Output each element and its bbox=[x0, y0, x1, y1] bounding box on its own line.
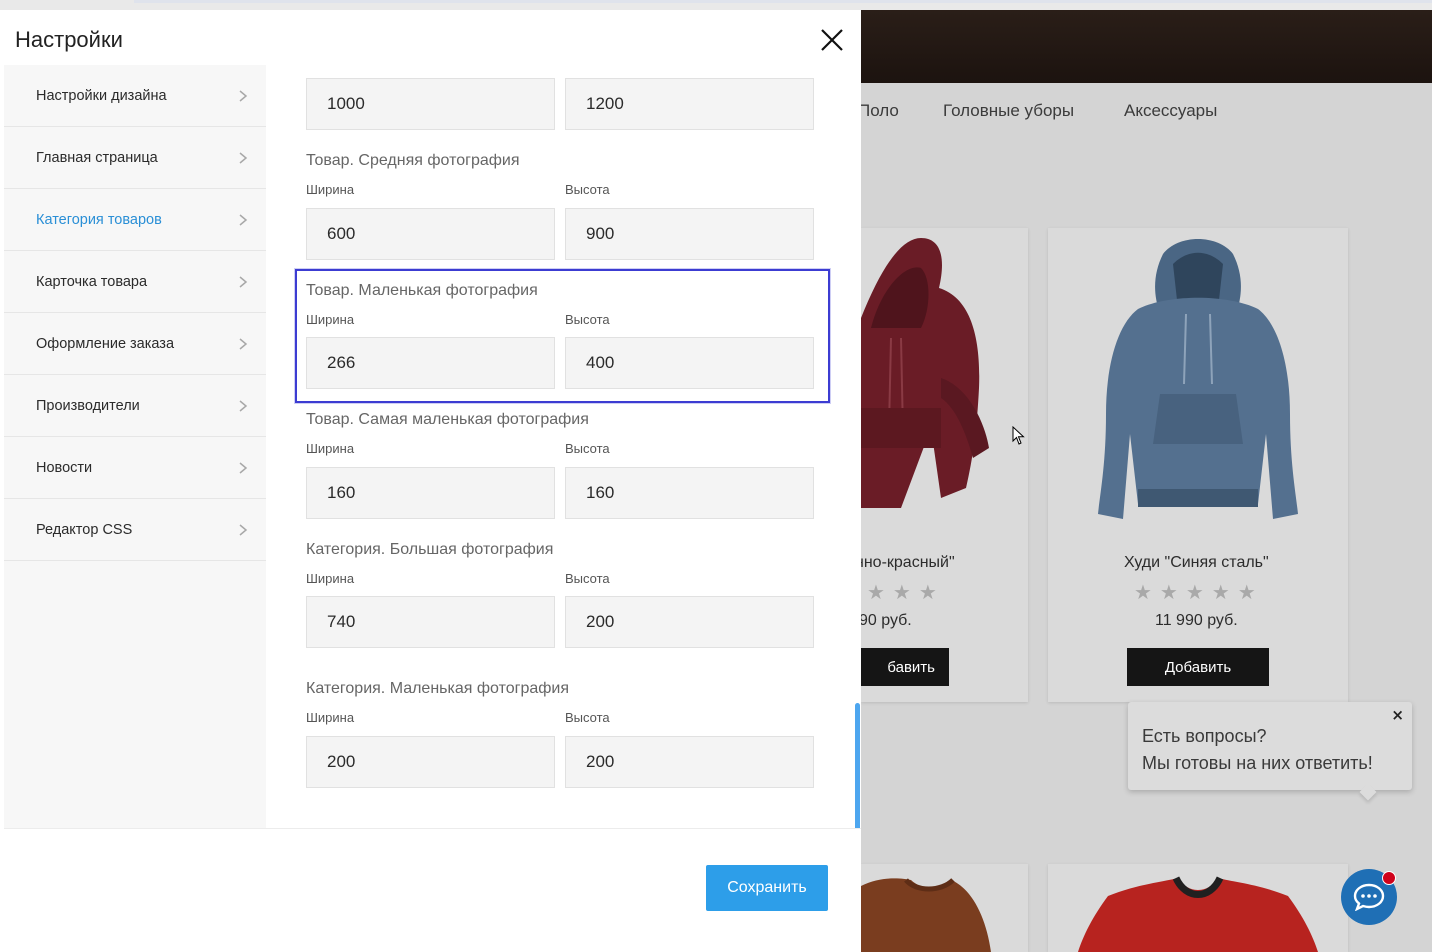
product-medium-height-input[interactable] bbox=[565, 208, 814, 260]
category-small-height-input[interactable] bbox=[565, 736, 814, 788]
width-label: Ширина bbox=[306, 441, 355, 456]
nav-item-headwear[interactable]: Головные уборы bbox=[943, 101, 1074, 121]
sidebar-item-label: Редактор CSS bbox=[36, 521, 133, 538]
product-medium-width-input[interactable] bbox=[306, 208, 555, 260]
sidebar-item-label: Настройки дизайна bbox=[36, 87, 167, 104]
top-width-input[interactable] bbox=[306, 78, 555, 130]
group-title-product-medium-photo: Товар. Средняя фотография bbox=[306, 152, 520, 169]
category-large-width-input[interactable] bbox=[306, 596, 555, 648]
product-smallest-width-input[interactable] bbox=[306, 467, 555, 519]
group-title-product-smallest-photo: Товар. Самая маленькая фотография bbox=[306, 411, 589, 428]
chevron-right-icon bbox=[239, 90, 248, 102]
category-small-width-input[interactable] bbox=[306, 736, 555, 788]
product-title: нно-красный" bbox=[855, 554, 955, 571]
sidebar-item-checkout[interactable]: Оформление заказа bbox=[4, 313, 266, 375]
height-label: Высота bbox=[565, 441, 610, 456]
height-label: Высота bbox=[565, 710, 610, 725]
chat-popup-close-icon[interactable]: × bbox=[1391, 706, 1404, 724]
nav-item-accessories[interactable]: Аксессуары bbox=[1124, 101, 1217, 121]
product-price: 11 990 руб. bbox=[1155, 612, 1238, 629]
store-topbar-line bbox=[134, 0, 1432, 3]
product-image-red-tshirt[interactable] bbox=[1068, 876, 1328, 952]
sidebar-item-label: Новости bbox=[36, 459, 93, 476]
sidebar-item-label: Карточка товара bbox=[36, 273, 148, 290]
top-height-input[interactable] bbox=[565, 78, 814, 130]
add-to-cart-button[interactable]: Добавить bbox=[1127, 648, 1269, 686]
add-to-cart-button[interactable]: бавить bbox=[861, 648, 949, 686]
content-scrollbar-thumb[interactable] bbox=[855, 703, 860, 837]
chevron-right-icon bbox=[239, 214, 248, 226]
chat-popup: Есть вопросы? Мы готовы на них ответить!… bbox=[1128, 702, 1412, 790]
mouse-cursor-icon bbox=[1012, 426, 1025, 445]
product-image-blue-hoodie[interactable] bbox=[1078, 234, 1318, 524]
sidebar-item-product-card[interactable]: Карточка товара bbox=[4, 251, 266, 313]
product-image-brown-tshirt[interactable] bbox=[861, 876, 1028, 952]
product-image-red-hoodie[interactable] bbox=[861, 228, 1028, 528]
product-card bbox=[861, 864, 1028, 952]
width-label: Ширина bbox=[306, 182, 355, 197]
nav-item-polo[interactable]: Поло bbox=[858, 101, 899, 121]
sidebar-item-home-page[interactable]: Главная страница bbox=[4, 127, 266, 189]
sidebar-item-label: Производители bbox=[36, 397, 140, 414]
sidebar-item-css-editor[interactable]: Редактор CSS bbox=[4, 499, 266, 561]
height-label: Высота bbox=[565, 182, 610, 197]
sidebar-item-design[interactable]: Настройки дизайна bbox=[4, 65, 266, 127]
product-card bbox=[1048, 864, 1348, 952]
highlight-box bbox=[295, 269, 830, 403]
save-button[interactable]: Сохранить bbox=[706, 865, 828, 911]
settings-content: Товар. Средняя фотография Ширина Высота … bbox=[266, 65, 861, 828]
chevron-right-icon bbox=[239, 338, 248, 350]
chat-popup-line1: Есть вопросы? bbox=[1142, 726, 1267, 746]
modal-title: Настройки bbox=[15, 27, 123, 52]
product-rating: ★★★ bbox=[867, 580, 945, 604]
product-smallest-height-input[interactable] bbox=[565, 467, 814, 519]
chevron-right-icon bbox=[239, 152, 248, 164]
category-large-height-input[interactable] bbox=[565, 596, 814, 648]
chevron-right-icon bbox=[239, 524, 248, 536]
close-icon[interactable] bbox=[818, 26, 846, 54]
sidebar-item-product-category[interactable]: Категория товаров bbox=[4, 189, 266, 251]
store-banner bbox=[861, 10, 1432, 83]
width-label: Ширина bbox=[306, 710, 355, 725]
product-price: 90 руб. bbox=[859, 612, 912, 629]
settings-sidebar: Настройки дизайна Главная страница Катег… bbox=[4, 65, 266, 828]
chevron-right-icon bbox=[239, 462, 248, 474]
height-label: Высота bbox=[565, 571, 610, 586]
product-card: нно-красный" ★★★ 90 руб. бавить bbox=[855, 228, 1028, 702]
chat-notification-dot bbox=[1382, 871, 1396, 885]
chat-popup-line2: Мы готовы на них ответить! bbox=[1142, 753, 1373, 773]
sidebar-item-label: Оформление заказа bbox=[36, 335, 175, 352]
chevron-right-icon bbox=[239, 400, 248, 412]
chevron-right-icon bbox=[239, 276, 248, 288]
group-title-category-small-photo: Категория. Маленькая фотография bbox=[306, 680, 570, 697]
sidebar-item-manufacturers[interactable]: Производители bbox=[4, 375, 266, 437]
product-card: Худи "Синяя сталь" ★★★★★ 11 990 руб. Доб… bbox=[1048, 228, 1348, 702]
sidebar-item-label: Главная страница bbox=[36, 149, 158, 166]
sidebar-item-label: Категория товаров bbox=[36, 211, 162, 228]
group-title-category-large-photo: Категория. Большая фотография bbox=[306, 541, 554, 558]
sidebar-item-news[interactable]: Новости bbox=[4, 437, 266, 499]
width-label: Ширина bbox=[306, 571, 355, 586]
product-rating: ★★★★★ bbox=[1134, 580, 1264, 604]
product-title: Худи "Синяя сталь" bbox=[1124, 554, 1269, 571]
chat-bubble-icon bbox=[1353, 883, 1385, 911]
